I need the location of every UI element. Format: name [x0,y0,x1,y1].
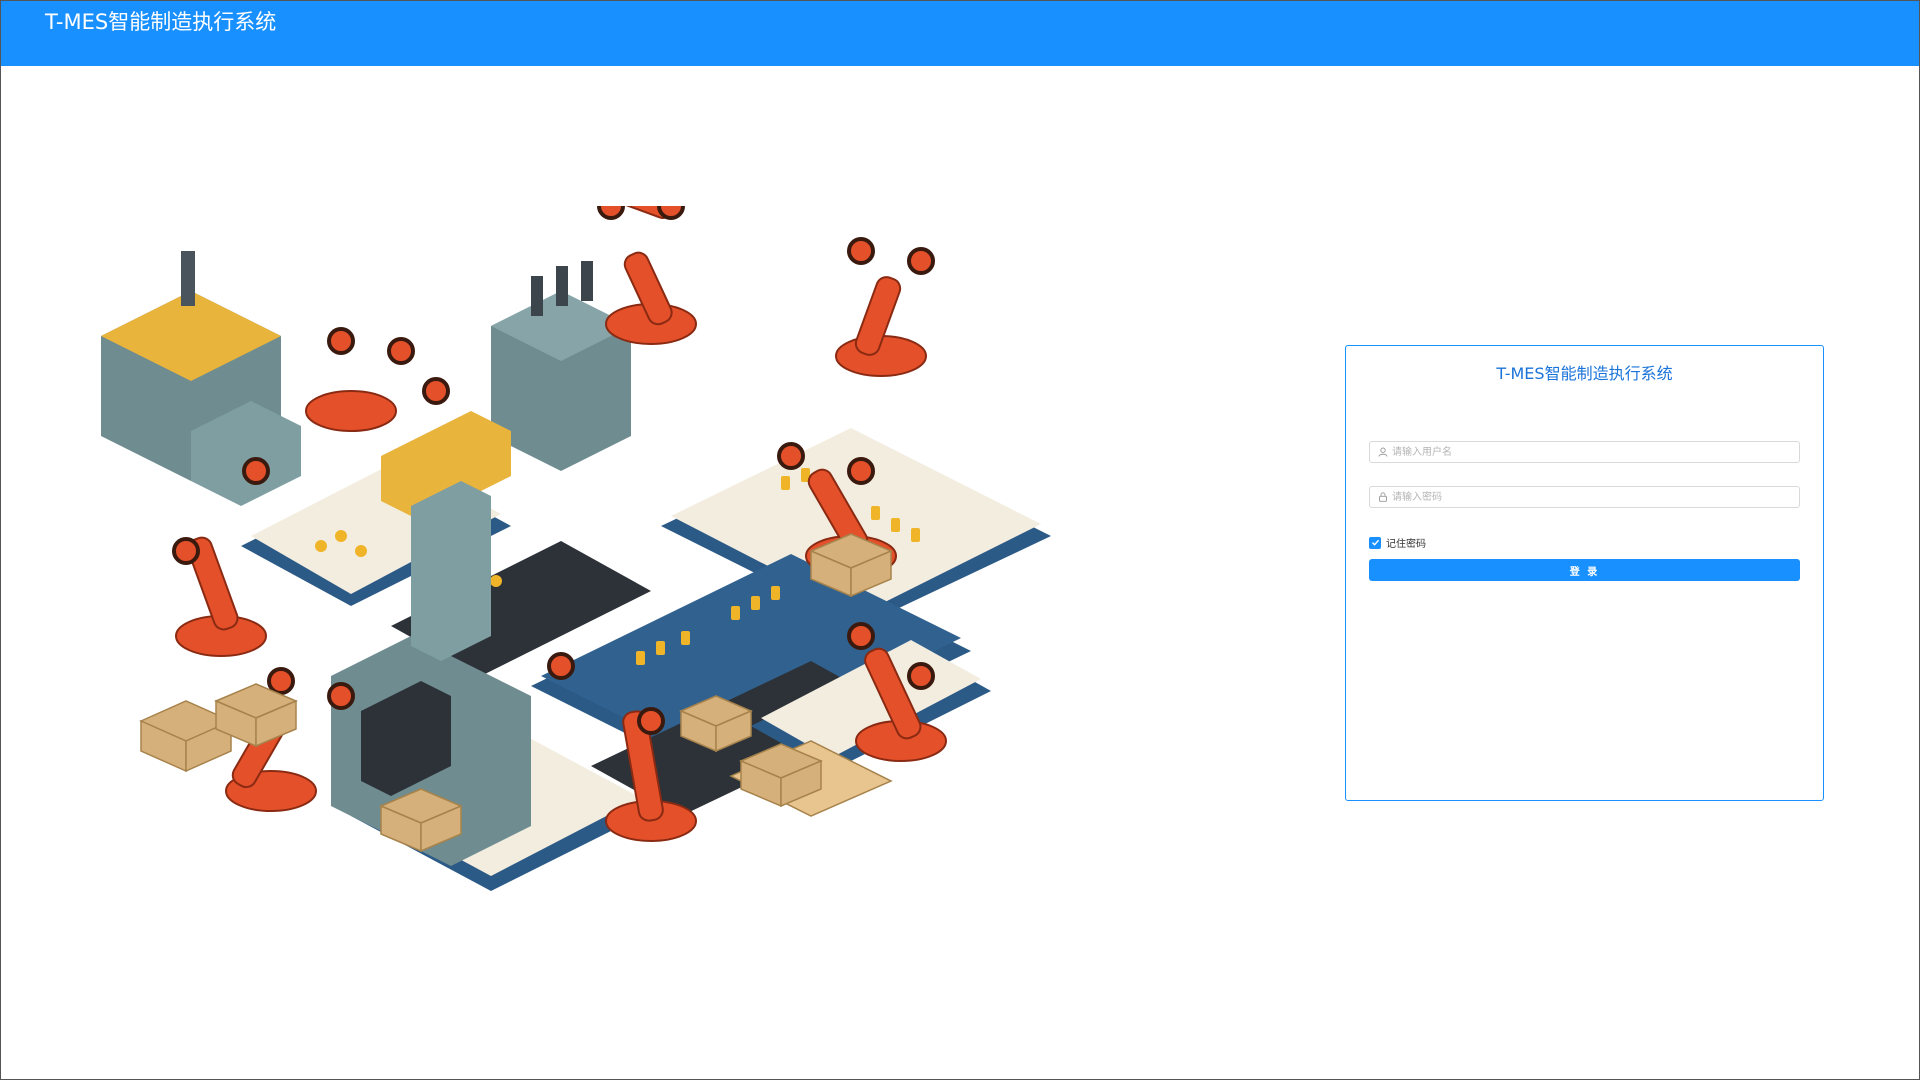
top-header-bar: T-MES智能制造执行系统 [1,1,1919,66]
login-panel: T-MES智能制造执行系统 请输入用户名 记住密码 登 录 [1345,345,1824,801]
username-input[interactable] [1392,443,1799,461]
password-input[interactable] [1392,488,1799,506]
app-window: T-MES智能制造执行系统 T-MES智能制造执行系统 请输入用户名 记住密码 … [0,0,1920,1080]
remember-checkbox[interactable] [1369,536,1381,549]
app-title: T-MES智能制造执行系统 [45,10,277,34]
lock-icon [1374,487,1392,507]
login-title: T-MES智能制造执行系统 [1496,364,1673,383]
remember-password[interactable]: 记住密码 [1369,535,1426,550]
remember-label: 记住密码 [1386,539,1426,550]
username-field[interactable] [1369,441,1800,463]
checkmark-icon [1371,539,1379,546]
factory-illustration [101,206,1051,891]
user-icon [1374,442,1392,462]
password-field[interactable] [1369,486,1800,508]
login-button[interactable]: 登 录 [1369,559,1800,581]
